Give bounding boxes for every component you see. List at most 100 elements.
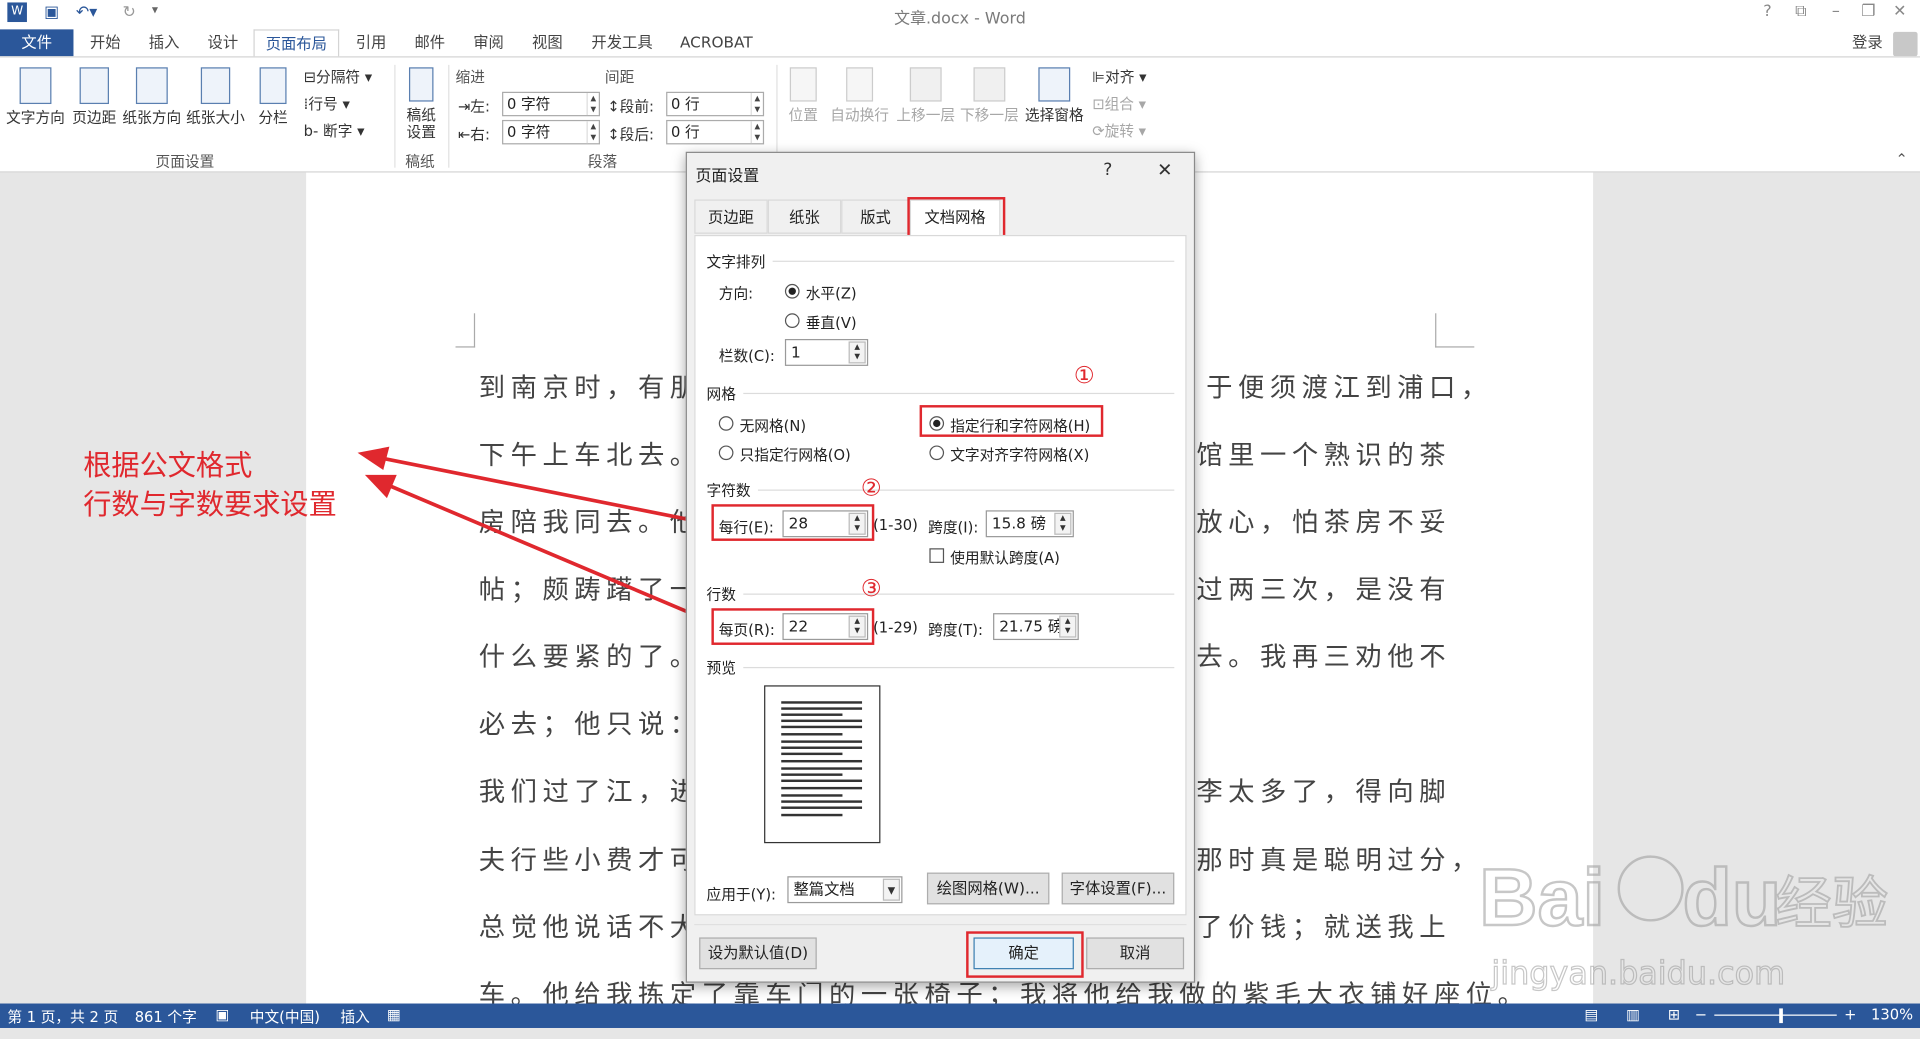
step-marker-2: ② [860,474,882,502]
web-layout-icon[interactable]: ⊞ [1668,1006,1680,1023]
apply-to-label: 应用于(Y): [706,886,777,904]
default-pitch-label: 使用默认跨度(A) [950,549,1060,567]
tab-paper[interactable]: 纸张 [767,199,842,234]
no-grid-label: 无网格(N) [739,417,807,435]
dialog-close-icon[interactable]: ✕ [1157,159,1172,181]
apply-to-select[interactable]: 整篇文档 ▼ [787,876,903,904]
font-settings-button[interactable]: 字体设置(F)... [1061,872,1175,905]
preview-line [781,806,863,809]
direction-vertical-label: 垂直(V) [805,314,857,332]
snap-to-chars-radio[interactable] [929,445,945,461]
watermark-url: jingyan.baidu.com [1490,954,1785,992]
dialog-help-icon[interactable]: ? [1103,160,1112,180]
annotation-arrow [379,455,723,529]
snap-to-chars-label: 文字对齐字符网格(X) [950,446,1090,464]
preview-line [781,719,863,723]
preview-header: 预览 [706,659,736,677]
lines-range: (1-29) [873,619,918,637]
page-setup-dialog: 页面设置 ? ✕ 页边距 纸张 版式 文档网格 文字排列 方向: 水平(Z) 垂… [685,151,1196,983]
tab-layout[interactable]: 版式 [841,199,910,234]
section-divider [743,392,1175,395]
word-count[interactable]: 861 个字 [135,1006,197,1027]
drawing-grid-button[interactable]: 绘图网格(W)... [926,872,1050,905]
arrow-head-icon [357,446,390,470]
direction-horizontal-radio[interactable] [784,283,800,299]
chevron-down-icon[interactable]: ▼ [882,878,901,901]
zoom-slider-thumb[interactable] [1779,1008,1783,1024]
chars-range: (1-30) [873,516,918,534]
set-default-button[interactable]: 设为默认值(D) [699,937,817,970]
baidu-watermark: Bai du 经验 jingyan.baidu.com [1478,852,1889,993]
no-grid-radio[interactable] [718,416,734,431]
zoom-out-button[interactable]: − [1695,1006,1707,1023]
line-pitch-label: 跨度(T): [928,621,983,639]
default-pitch-checkbox[interactable] [929,548,945,563]
highlight-box [711,608,875,645]
section-divider [743,593,1175,595]
preview-line [781,773,843,776]
dialog-title: 页面设置 [695,167,760,187]
tab-margins[interactable]: 页边距 [694,199,768,234]
watermark-cn: 经验 [1776,872,1889,937]
cancel-button[interactable]: 取消 [1086,937,1185,970]
preview-line [781,713,843,716]
paw-icon [1617,855,1684,922]
step-marker-1: ① [1073,362,1095,390]
insert-mode[interactable]: 插入 [340,1006,369,1027]
columns-value: 1 [791,342,801,362]
char-pitch-value: 15.8 磅 [991,513,1047,533]
preview-line [781,707,863,710]
lines-header: 行数 [706,586,736,604]
direction-vertical-radio[interactable] [784,313,800,328]
spinner-icon[interactable]: ▲ ▼ [1054,512,1072,535]
step-marker-3: ③ [860,575,882,603]
preview-line [781,752,843,756]
preview-line [781,794,843,797]
taskbar-strip [0,1027,1920,1039]
watermark-brand: Bai [1479,853,1605,943]
preview-page [764,685,881,844]
annotation-arrow [386,482,724,629]
page-count[interactable]: 第 1 页，共 2 页 [7,1006,118,1027]
line-pitch-input[interactable]: 21.75 磅 ▲ ▼ [993,613,1079,641]
section-divider [757,489,1175,491]
macro-record-icon[interactable]: ▦ [387,1006,401,1023]
preview-line [781,779,863,783]
preview-line [781,740,863,743]
highlight-box [711,504,875,541]
preview-line [781,701,863,704]
lines-only-label: 只指定行网格(O) [739,446,851,464]
grid-header: 网格 [706,385,736,403]
preview-line [781,733,843,736]
line-pitch-value: 21.75 磅 [999,616,1064,636]
spinner-icon[interactable]: ▲ ▼ [848,341,866,364]
highlight-box [919,405,1104,437]
preview-line [781,786,863,790]
char-pitch-input[interactable]: 15.8 磅 ▲ ▼ [985,510,1074,538]
preview-line [781,813,843,817]
preview-line [781,800,863,803]
section-divider [694,923,1187,926]
apply-to-value: 整篇文档 [793,879,855,899]
zoom-slider[interactable] [1714,1014,1837,1016]
preview-line [781,746,863,749]
print-layout-icon[interactable]: ▥ [1626,1006,1640,1023]
text-flow-header: 文字排列 [706,253,766,271]
language-status[interactable]: 中文(中国) [250,1006,320,1027]
lines-only-radio[interactable] [718,445,734,461]
section-divider [743,666,1175,669]
characters-header: 字符数 [706,482,751,500]
watermark-brand-suffix: du [1682,853,1781,943]
zoom-level[interactable]: 130% [1871,1006,1913,1023]
read-mode-icon[interactable]: ▤ [1585,1006,1599,1023]
preview-line [781,725,863,729]
direction-label: 方向: [718,285,754,303]
proofing-icon[interactable]: ▣ [216,1006,230,1023]
section-divider [772,260,1175,262]
preview-line [781,759,863,763]
spinner-icon[interactable]: ▲ ▼ [1059,615,1077,638]
highlight-box [966,931,1084,978]
zoom-in-button[interactable]: + [1844,1006,1856,1023]
char-pitch-label: 跨度(I): [928,518,979,537]
columns-input[interactable]: 1 ▲ ▼ [784,338,869,366]
